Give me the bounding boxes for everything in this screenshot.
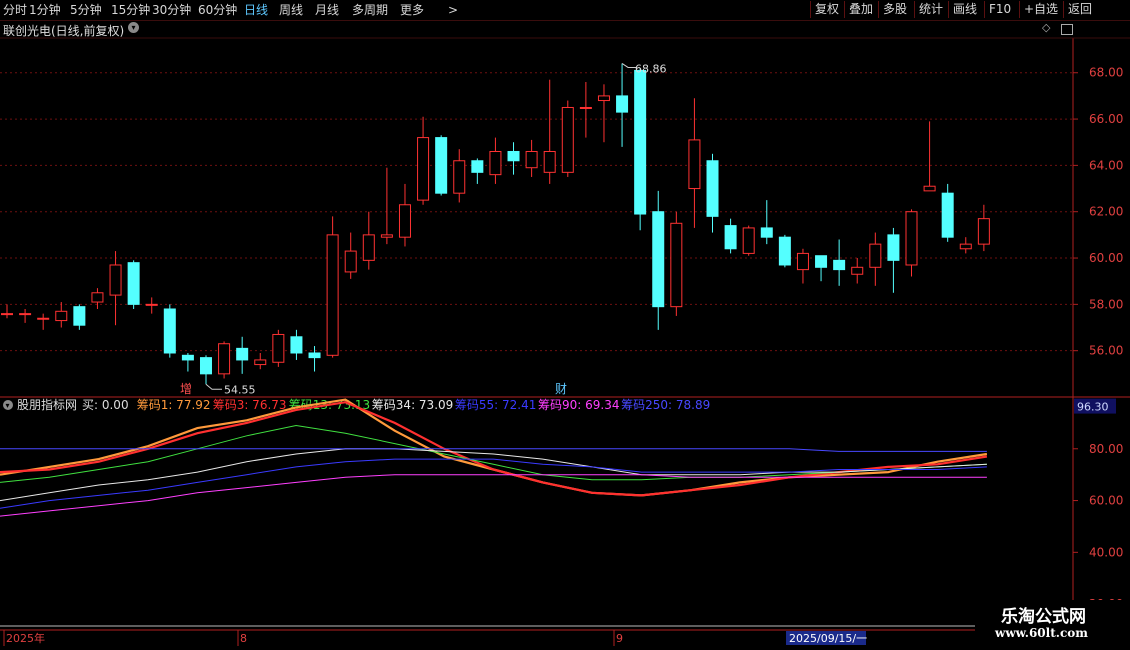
candle-up <box>796 252 809 271</box>
current-value-label: 96.30 <box>1077 401 1109 414</box>
candle-up <box>91 292 104 303</box>
candle-up <box>37 317 50 320</box>
candle-up <box>579 106 592 109</box>
price-tick-label: 60.00 <box>1089 251 1123 265</box>
candle-up <box>851 266 864 275</box>
candle-down <box>471 160 484 173</box>
chevron-down-icon: ▾ <box>6 401 10 410</box>
candle-up <box>905 211 918 266</box>
candle-up <box>923 185 936 192</box>
candle-down <box>290 336 303 354</box>
candle-down <box>73 306 86 326</box>
indicator-value-label: 买: 0.00 <box>82 398 129 412</box>
candle-down <box>778 236 791 266</box>
candle-up <box>869 243 882 268</box>
watermark-title: 乐淘公式网 <box>1001 607 1086 627</box>
high-pointer <box>621 63 637 68</box>
candle-up <box>344 250 357 273</box>
watermark: 乐淘公式网 www.60lt.com <box>975 600 1130 650</box>
indicator-value-label: 筹码1: 77.92 <box>137 398 211 412</box>
candle-down <box>815 255 828 268</box>
price-tick-label: 68.00 <box>1089 66 1123 80</box>
candle-down <box>634 69 647 215</box>
candle-down <box>435 137 448 194</box>
time-label: 8 <box>240 632 247 645</box>
candle-up <box>254 359 267 366</box>
candle-down <box>308 352 321 359</box>
candle-down <box>163 308 176 354</box>
indicator-tick-label: 60.00 <box>1089 494 1123 508</box>
candle-up <box>742 227 755 254</box>
time-label: 9 <box>616 632 623 645</box>
low-pointer <box>205 383 222 390</box>
indicator-name: 股朋指标网 <box>17 397 77 412</box>
price-tick-label: 64.00 <box>1089 158 1123 172</box>
indicator-value-label: 筹码90: 69.34 <box>538 398 619 412</box>
candle-up <box>959 243 972 250</box>
event-marker-finance: 财 <box>555 382 567 396</box>
candle-up <box>272 333 285 363</box>
candle-up <box>489 150 502 176</box>
indicator-tick-label: 40.00 <box>1089 545 1123 559</box>
candle-up <box>977 218 990 245</box>
time-label: 2025年 <box>6 631 45 645</box>
price-tick-label: 58.00 <box>1089 297 1123 311</box>
candle-down <box>652 211 665 308</box>
candle-up <box>109 264 122 296</box>
chart-canvas: 68.00 66.00 64.00 62.00 60.00 58.00 56.00 68.86… <box>0 37 1130 646</box>
candle-up <box>561 106 574 173</box>
indicator-line <box>0 448 987 452</box>
indicator-value-label: 筹码34: 73.09 <box>372 398 453 412</box>
candle-up <box>218 343 231 375</box>
candle-down <box>127 262 140 305</box>
indicator-value-label: 筹码55: 72.41 <box>455 398 536 412</box>
indicator-tick-label: 80.00 <box>1089 442 1123 456</box>
candle-up <box>597 95 610 102</box>
candle-up <box>19 313 32 316</box>
candle-up <box>417 137 430 201</box>
candle-up <box>525 150 538 169</box>
price-tick-label: 56.00 <box>1089 344 1123 358</box>
candle-down <box>887 234 900 261</box>
candle-down <box>833 259 846 271</box>
price-tick-label: 62.00 <box>1089 205 1123 219</box>
indicator-value-label: 筹码250: 78.89 <box>621 398 710 412</box>
high-label: 68.86 <box>635 62 667 75</box>
candle-down <box>724 225 737 250</box>
candle-down <box>706 160 719 217</box>
watermark-url: www.60lt.com <box>995 626 1088 640</box>
price-tick-label: 66.00 <box>1089 112 1123 126</box>
event-marker-increase: 增 <box>180 382 192 396</box>
low-label: 54.55 <box>224 383 256 396</box>
candle-up <box>326 234 339 356</box>
candle-up <box>380 234 393 238</box>
candle-down <box>941 192 954 238</box>
candle-up <box>543 150 556 173</box>
indicator-line <box>0 398 988 497</box>
candle-down <box>760 227 773 238</box>
indicator-value-label: 筹码3: 76.73 <box>213 398 287 412</box>
candle-down <box>507 150 520 162</box>
indicator-line <box>0 474 987 517</box>
candle-up <box>55 310 68 322</box>
candle-up <box>1 313 13 316</box>
date-cursor-label: 2025/09/15/一 <box>789 632 867 645</box>
candle-down <box>181 354 194 361</box>
candle-up <box>362 234 375 261</box>
candle-down <box>616 95 629 113</box>
candle-down <box>199 357 212 375</box>
candle-up <box>398 204 411 238</box>
candle-up <box>145 303 158 306</box>
candle-up <box>688 139 701 190</box>
candle-down <box>236 347 249 361</box>
candle-up <box>453 160 466 194</box>
candle-up <box>670 222 683 308</box>
